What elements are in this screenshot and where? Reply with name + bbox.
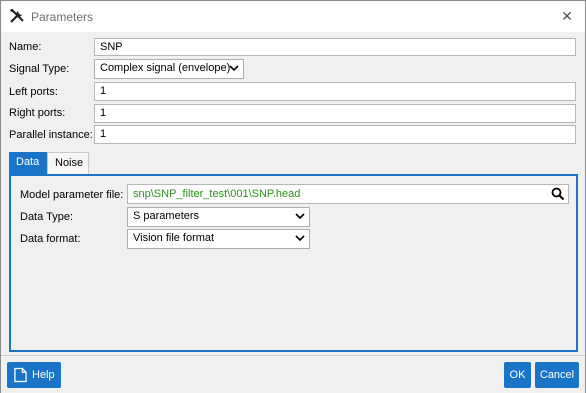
search-icon[interactable] (551, 187, 565, 201)
chevron-down-icon (295, 213, 305, 220)
model-file-value: snp\SNP_filter_test\001\SNP.head (133, 188, 301, 200)
tab-data[interactable]: Data (9, 152, 47, 175)
data-format-value: Vision file format (133, 232, 215, 244)
parallel-instance-label: Parallel instance: (9, 129, 93, 141)
data-type-label: Data Type: (20, 211, 73, 223)
left-ports-label: Left ports: (9, 86, 58, 98)
parameters-dialog: Parameters ✕ Name: SNP Signal Type: Comp… (0, 0, 586, 393)
help-button[interactable]: Help (7, 362, 61, 388)
parallel-instance-input[interactable]: 1 (94, 125, 576, 144)
help-label: Help (32, 369, 55, 381)
signal-type-value: Complex signal (envelope) (100, 62, 231, 74)
cancel-button[interactable]: Cancel (535, 362, 579, 388)
right-ports-input[interactable]: 1 (94, 104, 576, 123)
model-file-label: Model parameter file: (20, 189, 124, 201)
tab-noise[interactable]: Noise (47, 152, 89, 175)
data-type-value: S parameters (133, 210, 200, 222)
right-ports-label: Right ports: (9, 107, 66, 119)
model-file-input[interactable]: snp\SNP_filter_test\001\SNP.head (127, 184, 569, 204)
data-tab-panel: Model parameter file: snp\SNP_filter_tes… (9, 174, 578, 352)
signal-type-label: Signal Type: (9, 63, 70, 75)
chevron-down-icon (229, 65, 239, 72)
button-bar: Help OK Cancel (1, 355, 585, 393)
data-type-select[interactable]: S parameters (127, 207, 310, 227)
title-bar: Parameters ✕ (1, 1, 585, 32)
signal-type-select[interactable]: Complex signal (envelope) (94, 59, 244, 79)
dialog-title: Parameters (31, 10, 94, 24)
document-icon (14, 367, 27, 383)
left-ports-input[interactable]: 1 (94, 82, 576, 101)
tools-icon (10, 9, 24, 23)
close-icon[interactable]: ✕ (559, 8, 575, 24)
ok-button[interactable]: OK (504, 362, 531, 388)
data-format-label: Data format: (20, 233, 81, 245)
name-input[interactable]: SNP (94, 38, 576, 56)
chevron-down-icon (295, 235, 305, 242)
data-format-select[interactable]: Vision file format (127, 229, 310, 249)
name-label: Name: (9, 41, 42, 53)
